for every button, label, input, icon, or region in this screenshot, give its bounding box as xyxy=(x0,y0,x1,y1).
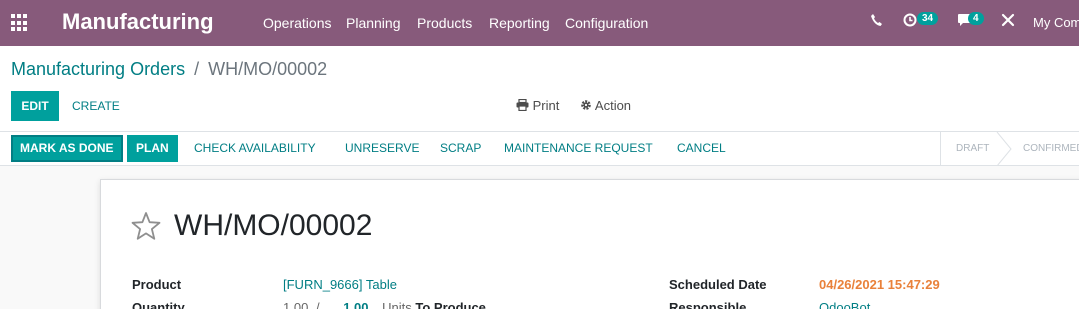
scheduled-date-value[interactable]: 04/26/2021 15:47:29 xyxy=(819,277,940,292)
print-dropdown[interactable]: Print xyxy=(516,91,559,121)
plan-button[interactable]: PLAN xyxy=(127,135,178,162)
record-title: WH/MO/00002 xyxy=(174,209,373,242)
quantity-value: 1.00 / 1.00 Units To Produce xyxy=(283,300,486,309)
stage-separator-chevron xyxy=(996,132,1012,166)
action-label: Action xyxy=(594,98,632,113)
quantity-uom: Units xyxy=(382,300,412,309)
responsible-label: Responsible xyxy=(669,300,747,309)
menu-products[interactable]: Products xyxy=(417,15,472,31)
star-icon[interactable] xyxy=(130,210,162,242)
mark-as-done-button[interactable]: MARK AS DONE xyxy=(11,135,123,162)
control-panel: Manufacturing Orders / WH/MO/00002 EDIT … xyxy=(0,46,1079,132)
company-switcher[interactable]: My Com xyxy=(1033,15,1079,30)
responsible-value[interactable]: OdooBot xyxy=(819,300,870,309)
scrap-button[interactable]: SCRAP xyxy=(440,135,481,162)
status-bar: MARK AS DONE PLAN CHECK AVAILABILITY UNR… xyxy=(0,132,1079,166)
menu-reporting[interactable]: Reporting xyxy=(489,15,550,31)
edit-button[interactable]: EDIT xyxy=(11,91,59,121)
product-label: Product xyxy=(132,277,182,292)
quantity-produced: 1.00 xyxy=(283,300,309,309)
create-button[interactable]: CREATE xyxy=(72,91,120,121)
action-dropdown[interactable]: Action xyxy=(580,91,631,121)
print-icon xyxy=(516,98,529,112)
product-value[interactable]: [FURN_9666] Table xyxy=(283,277,397,292)
stage-draft[interactable]: DRAFT xyxy=(956,132,989,166)
cancel-button[interactable]: CANCEL xyxy=(677,135,726,162)
check-availability-button[interactable]: CHECK AVAILABILITY xyxy=(194,135,316,162)
phone-icon[interactable] xyxy=(870,13,883,32)
gear-icon xyxy=(581,100,591,110)
breadcrumb-current: WH/MO/00002 xyxy=(208,59,328,79)
scheduled-date-label: Scheduled Date xyxy=(669,277,767,292)
stage-pipeline: DRAFT CONFIRMED xyxy=(940,132,1079,166)
quantity-suffix: To Produce xyxy=(415,300,486,309)
breadcrumb-separator: / xyxy=(194,59,200,79)
menu-configuration[interactable]: Configuration xyxy=(565,15,648,31)
quantity-label: Quantity xyxy=(132,300,185,309)
unreserve-button[interactable]: UNRESERVE xyxy=(345,135,419,162)
print-label: Print xyxy=(532,98,560,113)
stage-confirmed[interactable]: CONFIRMED xyxy=(1023,132,1079,166)
breadcrumb: Manufacturing Orders / WH/MO/00002 xyxy=(11,59,327,80)
apps-grid-icon[interactable] xyxy=(11,14,29,32)
messages-count-badge: 4 xyxy=(968,12,984,25)
breadcrumb-parent-link[interactable]: Manufacturing Orders xyxy=(11,59,185,79)
menu-planning[interactable]: Planning xyxy=(346,15,401,31)
clock-icon[interactable] xyxy=(903,13,917,32)
app-name[interactable]: Manufacturing xyxy=(62,9,214,35)
quantity-target[interactable]: 1.00 xyxy=(343,300,368,309)
quantity-separator: / xyxy=(315,300,320,309)
top-navbar: Manufacturing Operations Planning Produc… xyxy=(0,0,1079,46)
menu-operations[interactable]: Operations xyxy=(263,15,331,31)
activity-count-badge: 34 xyxy=(917,12,939,25)
maintenance-request-button[interactable]: MAINTENANCE REQUEST xyxy=(504,135,653,162)
tools-icon[interactable] xyxy=(1001,13,1015,32)
